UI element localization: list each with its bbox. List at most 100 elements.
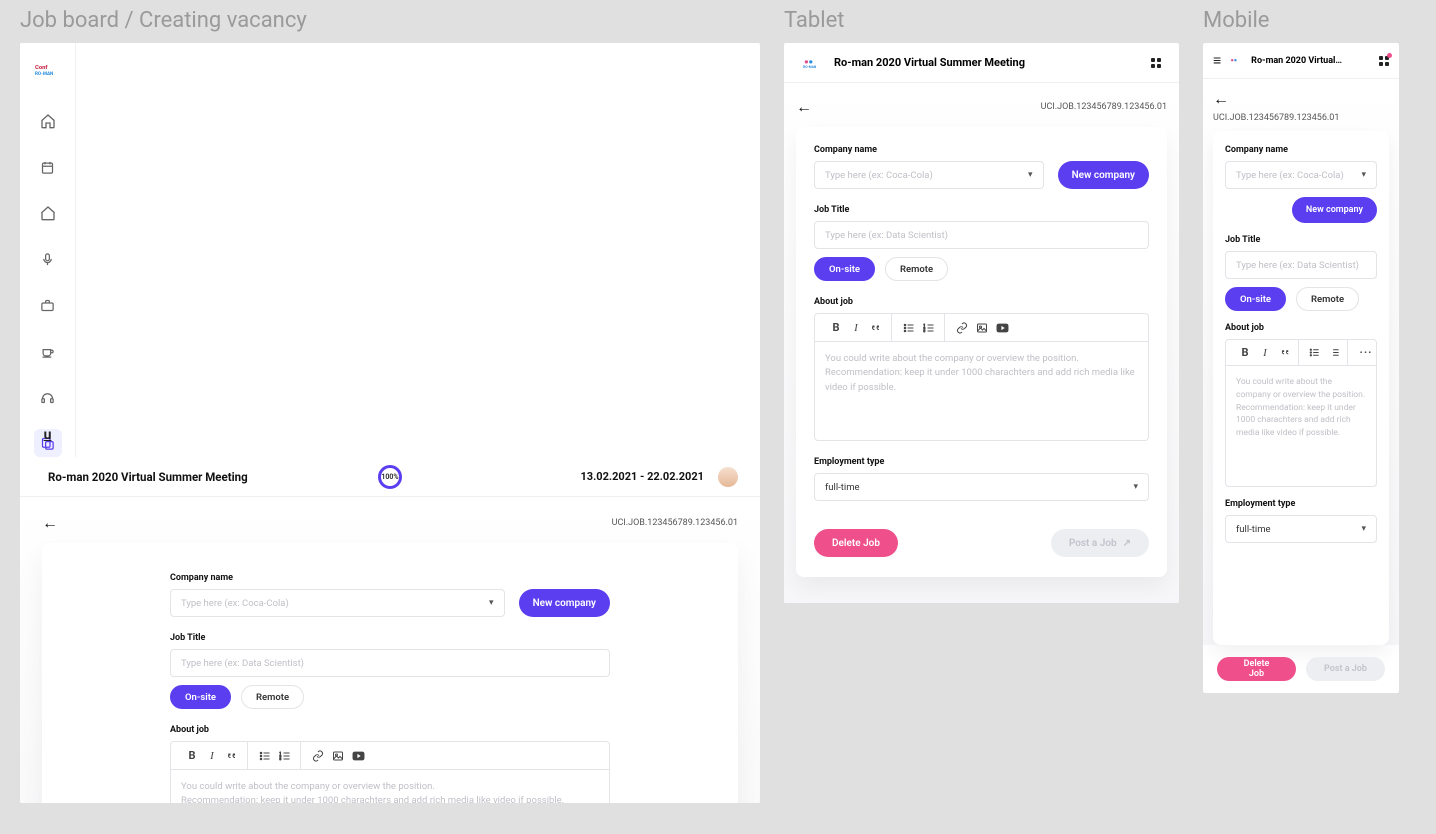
progress-badge: 100%	[378, 465, 402, 489]
quote-icon[interactable]	[1276, 344, 1294, 362]
notification-dot-icon	[1387, 53, 1392, 58]
jobtitle-placeholder: Type here (ex: Data Scientist)	[181, 658, 304, 669]
remote-toggle[interactable]: Remote	[1296, 287, 1359, 311]
post-job-label: Post a Job	[1324, 664, 1367, 674]
video-icon[interactable]	[349, 747, 367, 765]
nav-headset-icon[interactable]	[34, 383, 62, 411]
mobile-header: ≡ Ro-man 2020 Virtual…	[1203, 43, 1399, 79]
nav-mic-icon[interactable]	[34, 245, 62, 273]
list-ol-icon[interactable]: 123	[920, 319, 938, 337]
top-header: Ro-man 2020 Virtual Summer Meeting 100% …	[20, 457, 760, 497]
nav-calendar-icon[interactable]	[34, 153, 62, 181]
editor-toolbar: B I ···	[1226, 340, 1376, 366]
label-about: About job	[1225, 323, 1377, 333]
italic-icon[interactable]: I	[1256, 344, 1274, 362]
nav-home-icon[interactable]	[34, 107, 62, 135]
back-arrow-icon[interactable]: ←	[1213, 89, 1229, 109]
bold-icon[interactable]: B	[827, 319, 845, 337]
company-input[interactable]: Type here (ex: Coca-Cola) ▾	[814, 161, 1044, 189]
new-company-button[interactable]: New company	[1292, 197, 1377, 223]
menu-icon[interactable]: ≡	[1213, 52, 1221, 69]
screen-title-mobile: Mobile	[1203, 8, 1399, 33]
label-about: About job	[814, 297, 1149, 307]
post-job-button[interactable]: Post a Job ↗	[1051, 529, 1149, 557]
label-jobtitle: Job Title	[1225, 235, 1377, 245]
about-body[interactable]: You could write about the company or ove…	[1226, 366, 1376, 486]
apps-grid-icon[interactable]	[1151, 58, 1161, 68]
event-title: Ro-man 2020 Virtual Summer Meeting	[834, 56, 1025, 69]
post-job-label: Post a Job	[1069, 538, 1117, 549]
company-placeholder: Type here (ex: Coca-Cola)	[1236, 170, 1344, 181]
label-emptype: Employment type	[814, 457, 1149, 467]
about-editor[interactable]: B I 123	[814, 313, 1149, 441]
list-ol-icon[interactable]	[1325, 344, 1343, 362]
new-company-button[interactable]: New company	[1058, 161, 1149, 189]
about-editor[interactable]: B I	[170, 741, 610, 803]
svg-text:Conf: Conf	[35, 65, 48, 71]
jobtitle-input[interactable]: Type here (ex: Data Scientist)	[1225, 251, 1377, 279]
onsite-toggle[interactable]: On-site	[170, 685, 231, 709]
jobtitle-input[interactable]: Type here (ex: Data Scientist)	[814, 221, 1149, 249]
list-ol-icon[interactable]: 123	[276, 747, 294, 765]
mobile-footer: Delete Job Post a Job	[1203, 645, 1399, 693]
quote-icon[interactable]	[223, 747, 241, 765]
video-icon[interactable]	[993, 319, 1011, 337]
back-arrow-icon[interactable]: ←	[42, 513, 58, 533]
event-title: Ro-man 2020 Virtual Summer Meeting	[48, 470, 248, 484]
employment-type-select[interactable]: full-time ▾	[814, 473, 1149, 501]
link-icon[interactable]	[953, 319, 971, 337]
delete-job-button[interactable]: Delete Job	[1217, 657, 1296, 681]
label-emptype: Employment type	[1225, 499, 1377, 509]
link-icon[interactable]	[309, 747, 327, 765]
label-jobtitle: Job Title	[814, 205, 1149, 215]
label-jobtitle: Job Title	[170, 633, 610, 643]
new-company-button[interactable]: New company	[519, 589, 610, 617]
list-ul-icon[interactable]	[256, 747, 274, 765]
screen-title-desktop: Job board / Creating vacancy	[20, 8, 760, 33]
tablet-header: RO-MAN Ro-man 2020 Virtual Summer Meetin…	[784, 43, 1179, 83]
bold-icon[interactable]: B	[183, 747, 201, 765]
chevron-down-icon: ▾	[1361, 524, 1366, 534]
jobtitle-placeholder: Type here (ex: Data Scientist)	[1236, 260, 1359, 271]
jobtitle-input[interactable]: Type here (ex: Data Scientist)	[170, 649, 610, 677]
delete-job-button[interactable]: Delete Job	[814, 529, 898, 557]
onsite-toggle[interactable]: On-site	[814, 257, 875, 281]
editor-toolbar: B I 123	[815, 314, 1148, 342]
remote-toggle[interactable]: Remote	[241, 685, 304, 709]
post-job-button[interactable]: Post a Job	[1306, 657, 1385, 681]
company-input[interactable]: Type here (ex: Coca-Cola) ▾	[170, 589, 505, 617]
about-body[interactable]: You could write about the company or ove…	[171, 770, 609, 803]
vacancy-card: Company name Type here (ex: Coca-Cola) ▾…	[42, 543, 738, 803]
list-ul-icon[interactable]	[1305, 344, 1323, 362]
svg-text:RO-MAN: RO-MAN	[803, 64, 817, 68]
nav-briefcase-icon[interactable]	[34, 291, 62, 319]
image-icon[interactable]	[329, 747, 347, 765]
nav-home2-icon[interactable]	[34, 199, 62, 227]
italic-icon[interactable]: I	[203, 747, 221, 765]
company-input[interactable]: Type here (ex: Coca-Cola) ▾	[1225, 161, 1377, 189]
nav-coffee-icon[interactable]	[34, 337, 62, 365]
svg-text:RO-MAN: RO-MAN	[35, 71, 53, 76]
bold-icon[interactable]: B	[1236, 344, 1254, 362]
app-logo: Conf RO-MAN	[35, 62, 61, 76]
remote-toggle[interactable]: Remote	[885, 257, 948, 281]
back-arrow-icon[interactable]: ←	[796, 97, 812, 117]
left-sidebar: Conf RO-MAN	[20, 43, 76, 457]
more-icon[interactable]: ···	[1354, 344, 1377, 362]
svg-text:3: 3	[924, 329, 926, 333]
list-ul-icon[interactable]	[900, 319, 918, 337]
app-logo	[1229, 56, 1245, 66]
about-editor[interactable]: B I ···	[1225, 339, 1377, 487]
label-company: Company name	[1225, 145, 1377, 155]
onsite-toggle[interactable]: On-site	[1225, 287, 1286, 311]
jobtitle-placeholder: Type here (ex: Data Scientist)	[825, 230, 948, 241]
image-icon[interactable]	[973, 319, 991, 337]
about-body[interactable]: You could write about the company or ove…	[815, 342, 1148, 440]
avatar[interactable]	[718, 467, 738, 487]
company-placeholder: Type here (ex: Coca-Cola)	[825, 170, 933, 181]
italic-icon[interactable]: I	[847, 319, 865, 337]
quote-icon[interactable]	[867, 319, 885, 337]
employment-type-select[interactable]: full-time ▾	[1225, 515, 1377, 543]
chevron-down-icon: ▾	[489, 598, 494, 608]
label-company: Company name	[170, 573, 610, 583]
